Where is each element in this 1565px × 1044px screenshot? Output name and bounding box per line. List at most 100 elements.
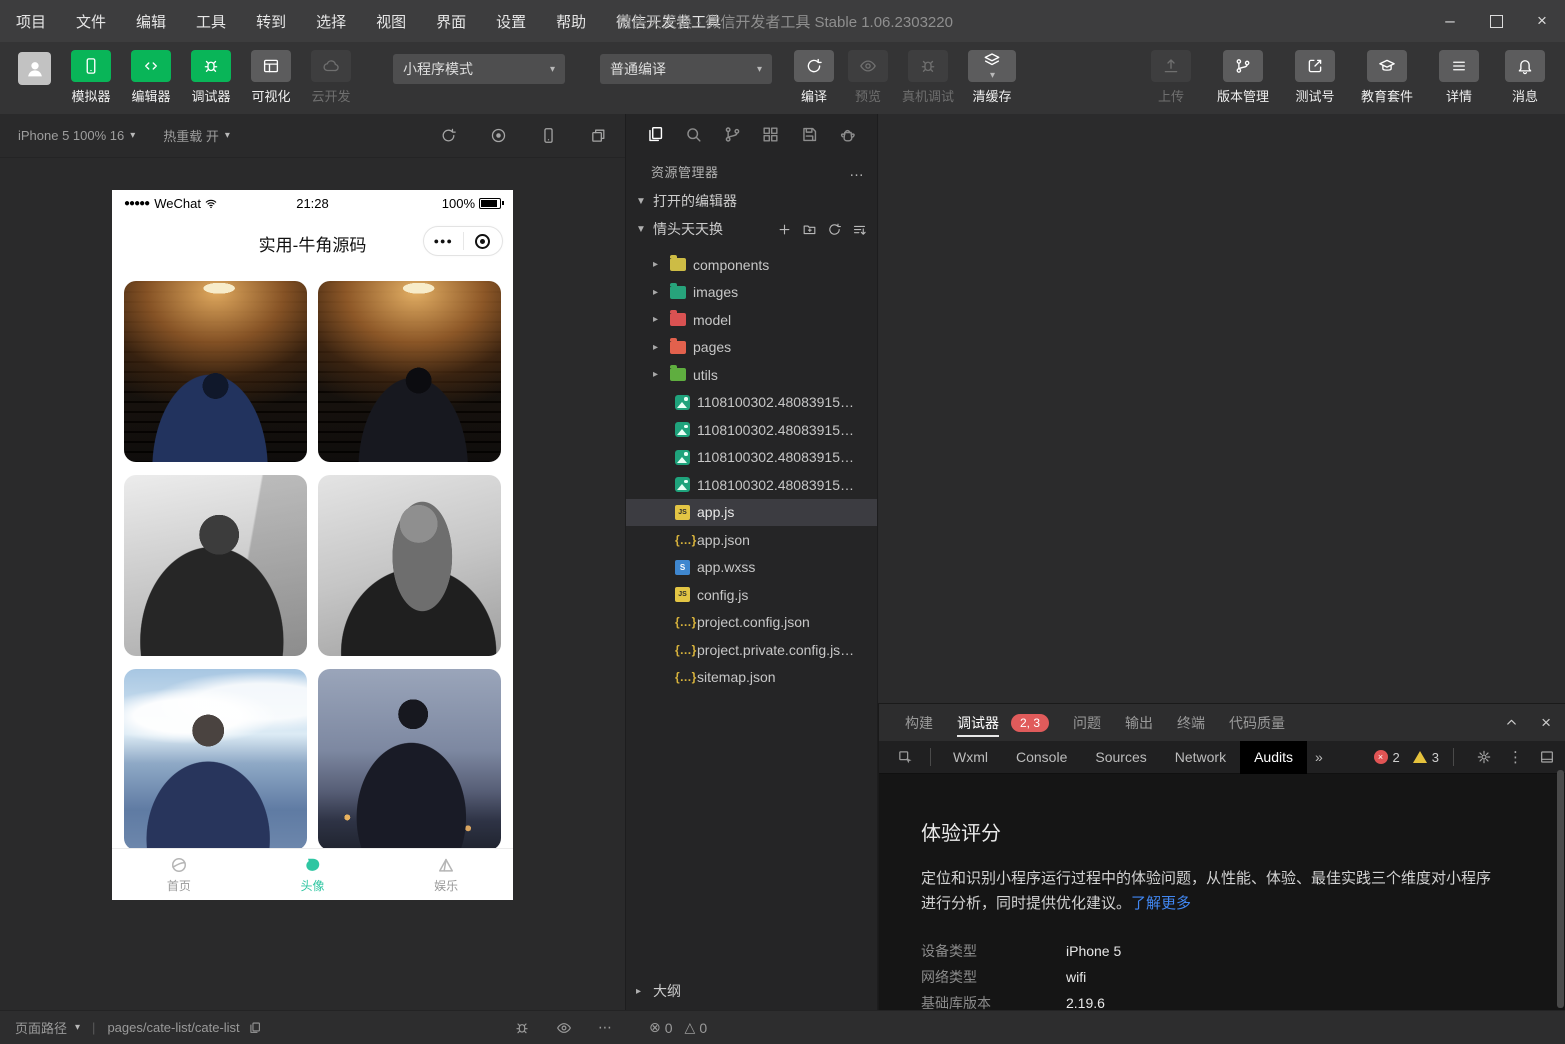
menu-item-interface[interactable]: 界面 xyxy=(436,11,466,32)
avatar[interactable] xyxy=(18,52,51,85)
mode-select[interactable]: 小程序模式 ▾ xyxy=(393,54,565,84)
phone-frame-icon[interactable] xyxy=(540,127,557,144)
visualization-button[interactable]: 可视化 xyxy=(251,50,291,105)
exit-mini-program-button[interactable] xyxy=(464,234,503,249)
menu-item-edit[interactable]: 编辑 xyxy=(136,11,166,32)
inspect-element-icon[interactable] xyxy=(897,749,914,766)
tab-build[interactable]: 构建 xyxy=(905,704,933,741)
tab-code-quality[interactable]: 代码质量 xyxy=(1229,704,1285,741)
collapse-panel-icon[interactable] xyxy=(1504,715,1519,730)
simulator-toggle-button[interactable]: 模拟器 xyxy=(71,50,111,105)
devtools-settings-icon[interactable] xyxy=(1476,749,1492,765)
clear-cache-button[interactable]: ▾ 清缓存 xyxy=(968,50,1016,105)
collapse-all-icon[interactable] xyxy=(852,222,867,237)
tree-item[interactable]: {…}sitemap.json xyxy=(626,664,877,692)
devtools-tab-wxml[interactable]: Wxml xyxy=(939,741,1002,774)
menu-item-file[interactable]: 文件 xyxy=(76,11,106,32)
menu-item-tools[interactable]: 工具 xyxy=(196,11,226,32)
tab-output[interactable]: 输出 xyxy=(1125,704,1153,741)
tree-item[interactable]: ▸model xyxy=(626,306,877,334)
device-debug-button[interactable]: 真机调试 xyxy=(902,50,954,105)
tree-item[interactable]: {…}project.private.config.js… xyxy=(626,636,877,664)
scrollbar[interactable] xyxy=(1557,770,1564,1008)
debugger-toggle-button[interactable]: 调试器 xyxy=(191,50,231,105)
tree-item[interactable]: 1108100302.48083915… xyxy=(626,416,877,444)
edu-suite-button[interactable]: 教育套件 xyxy=(1361,50,1413,105)
tree-item-selected[interactable]: JSapp.js xyxy=(626,499,877,527)
cloud-dev-button[interactable]: 云开发 xyxy=(311,50,351,105)
devtools-tab-console[interactable]: Console xyxy=(1002,741,1081,774)
project-section[interactable]: ▼ 情头天天换 xyxy=(626,215,877,243)
status-warning-count[interactable]: △0 xyxy=(685,1019,708,1036)
learn-more-link[interactable]: 了解更多 xyxy=(1131,895,1191,912)
hot-reload-toggle[interactable]: 热重载 开 ▾ xyxy=(163,126,230,145)
new-file-icon[interactable] xyxy=(777,222,792,237)
git-branch-icon[interactable] xyxy=(723,125,742,144)
kebab-menu-icon[interactable]: ⋮ xyxy=(1508,748,1523,766)
outline-section[interactable]: ▸ 大纲 xyxy=(626,978,877,1004)
devtools-tab-sources[interactable]: Sources xyxy=(1081,741,1160,774)
tab-terminal[interactable]: 终端 xyxy=(1177,704,1205,741)
rotate-icon[interactable] xyxy=(440,127,457,144)
test-account-button[interactable]: 测试号 xyxy=(1295,50,1335,105)
photo-item[interactable] xyxy=(124,475,307,656)
photo-item[interactable] xyxy=(124,669,307,850)
more-icon[interactable]: … xyxy=(849,163,865,180)
messages-button[interactable]: 消息 xyxy=(1505,50,1545,105)
device-select[interactable]: iPhone 5 100% 16 ▾ xyxy=(18,128,135,143)
preview-button[interactable]: 预览 xyxy=(848,50,888,105)
tab-debugger[interactable]: 调试器 xyxy=(957,704,999,741)
tree-item[interactable]: ▸components xyxy=(626,251,877,279)
details-button[interactable]: 详情 xyxy=(1439,50,1479,105)
refresh-icon[interactable] xyxy=(827,222,842,237)
devtools-tab-network[interactable]: Network xyxy=(1161,741,1240,774)
more-icon[interactable]: ⋯ xyxy=(598,1019,613,1036)
new-folder-icon[interactable] xyxy=(802,222,817,237)
compile-mode-select[interactable]: 普通编译 ▾ xyxy=(600,54,772,84)
menu-item-help[interactable]: 帮助 xyxy=(556,11,586,32)
compile-button[interactable]: 编译 xyxy=(794,50,834,105)
close-panel-icon[interactable]: × xyxy=(1541,713,1551,733)
photo-item[interactable] xyxy=(124,281,307,462)
tab-problems[interactable]: 问题 xyxy=(1073,704,1101,741)
save-icon[interactable] xyxy=(800,125,819,144)
tree-item[interactable]: JSconfig.js xyxy=(626,581,877,609)
teapot-icon[interactable] xyxy=(838,125,857,144)
version-control-button[interactable]: 版本管理 xyxy=(1217,50,1269,105)
bug-icon[interactable] xyxy=(514,1020,530,1036)
tree-item[interactable]: ▸images xyxy=(626,279,877,307)
more-menu-button[interactable]: ●●● xyxy=(424,236,463,246)
tree-item[interactable]: 1108100302.48083915… xyxy=(626,444,877,472)
photo-item[interactable] xyxy=(318,475,501,656)
editor-toggle-button[interactable]: 编辑器 xyxy=(131,50,171,105)
minimize-button[interactable]: – xyxy=(1427,0,1473,42)
eye-icon[interactable] xyxy=(556,1020,572,1036)
record-icon[interactable] xyxy=(490,127,507,144)
warning-count[interactable]: 3 xyxy=(1432,750,1439,765)
tree-item[interactable]: 1108100302.48083915… xyxy=(626,389,877,417)
tab-avatar[interactable]: 头像 xyxy=(246,849,380,900)
search-icon[interactable] xyxy=(684,125,703,144)
drawer-icon[interactable] xyxy=(1539,749,1555,765)
photo-item[interactable] xyxy=(318,281,501,462)
close-button[interactable]: × xyxy=(1519,0,1565,42)
multi-window-icon[interactable] xyxy=(590,127,607,144)
tab-fun[interactable]: 娱乐 xyxy=(379,849,513,900)
devtools-tab-audits[interactable]: Audits xyxy=(1240,741,1307,774)
tree-item[interactable]: {…}project.config.json xyxy=(626,609,877,637)
menu-item-select[interactable]: 选择 xyxy=(316,11,346,32)
status-error-count[interactable]: ⊗0 xyxy=(649,1019,673,1036)
menu-item-view[interactable]: 视图 xyxy=(376,11,406,32)
page-path-label[interactable]: 页面路径 xyxy=(15,1018,67,1037)
copy-icon[interactable] xyxy=(248,1021,262,1035)
more-tabs-icon[interactable]: » xyxy=(1307,749,1331,765)
open-editors-section[interactable]: ▼ 打开的编辑器 xyxy=(626,187,877,215)
tab-home[interactable]: 首页 xyxy=(112,849,246,900)
photo-item[interactable] xyxy=(318,669,501,850)
menu-item-settings[interactable]: 设置 xyxy=(496,11,526,32)
tree-item[interactable]: 1108100302.48083915… xyxy=(626,471,877,499)
extensions-icon[interactable] xyxy=(761,125,780,144)
tree-item[interactable]: {…}app.json xyxy=(626,526,877,554)
tree-item[interactable]: Sapp.wxss xyxy=(626,554,877,582)
tree-item[interactable]: ▸pages xyxy=(626,334,877,362)
